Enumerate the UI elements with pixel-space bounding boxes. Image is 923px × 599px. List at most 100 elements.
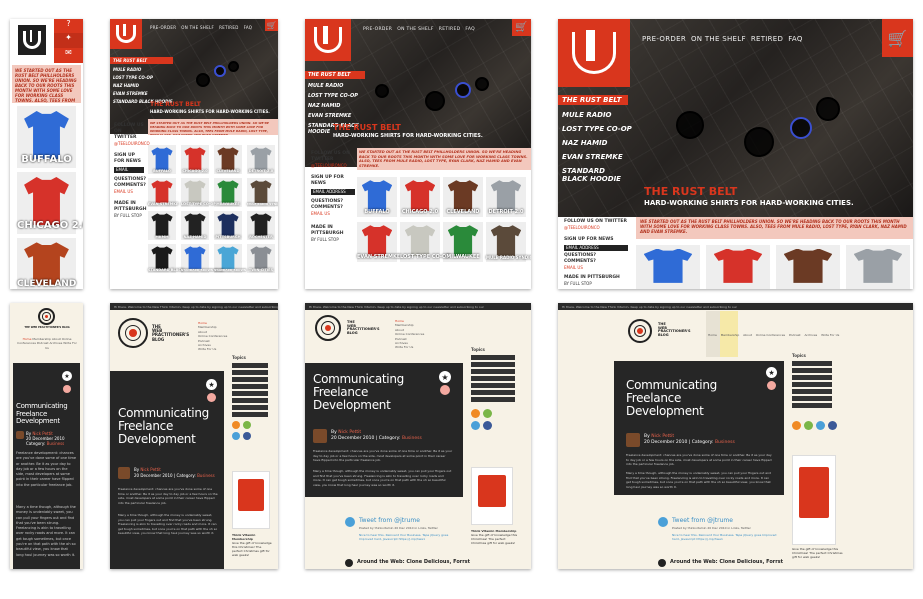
shirt-card[interactable]: NAZ HAMID bbox=[181, 211, 209, 240]
shirt-card[interactable] bbox=[846, 245, 910, 289]
tweet-title[interactable]: Tweet from @jtrume bbox=[359, 517, 420, 524]
rustbelt-logo[interactable] bbox=[110, 19, 142, 49]
post-title[interactable]: Communicating Freelance Development bbox=[626, 379, 762, 418]
topic-link[interactable] bbox=[792, 368, 832, 373]
category-link[interactable]: Business bbox=[47, 441, 65, 446]
email-field[interactable]: EMAIL ADDRESS bbox=[564, 245, 628, 251]
topic-link[interactable] bbox=[232, 370, 268, 375]
nav-on-the-shelf[interactable]: ON THE SHELF bbox=[397, 27, 434, 32]
nav-archives[interactable]: Archives bbox=[50, 341, 63, 345]
cart-icon[interactable]: 🛒 bbox=[265, 19, 278, 31]
nav-home[interactable]: Home bbox=[23, 337, 32, 341]
star-icon[interactable]: ★ bbox=[766, 367, 777, 378]
menu-item[interactable]: THE RUST BELT bbox=[305, 71, 365, 79]
menu-item[interactable]: MULE RADIO bbox=[305, 83, 365, 89]
shirt-card[interactable]: DETROIT 2.0 bbox=[247, 145, 275, 174]
comment-icon[interactable] bbox=[63, 385, 71, 393]
menu-item[interactable]: EVAN STREMKE bbox=[558, 153, 632, 161]
shirt-card[interactable]: MILWAUKEE bbox=[443, 222, 483, 262]
menu-item[interactable]: NAZ HAMID bbox=[558, 139, 632, 147]
rustbelt-logo[interactable] bbox=[305, 19, 351, 61]
twitter-handle[interactable]: @TEELOUIRONCO bbox=[114, 141, 150, 146]
rss-icon[interactable] bbox=[792, 421, 801, 430]
nav-preorder[interactable]: PRE-ORDER bbox=[150, 25, 176, 30]
shirt-card[interactable]: MKMM bbox=[148, 211, 176, 240]
comment-icon[interactable] bbox=[207, 393, 216, 402]
nav-retired[interactable]: RETIRED bbox=[439, 27, 461, 32]
menu-item[interactable]: EVAN STREMKE bbox=[305, 113, 365, 119]
topic-link[interactable] bbox=[232, 391, 268, 396]
menu-item[interactable]: MULE RADIO bbox=[110, 67, 173, 72]
blog-seal-logo[interactable] bbox=[315, 315, 341, 341]
nav-on-the-shelf[interactable]: ON THE SHELF bbox=[691, 35, 746, 43]
blog-seal-logo[interactable] bbox=[118, 318, 148, 348]
nav-faq[interactable]: FAQ bbox=[465, 27, 475, 32]
nav-retired[interactable]: RETIRED bbox=[219, 25, 238, 30]
tweet-title[interactable]: Tweet from @jtrume bbox=[672, 517, 733, 524]
newsletter-icon[interactable] bbox=[483, 409, 492, 418]
shirt-card[interactable]: DETROIT 2.0 bbox=[486, 177, 526, 217]
nav-write[interactable]: Write For Us bbox=[395, 345, 445, 349]
facebook-icon[interactable] bbox=[483, 421, 492, 430]
shirt-card[interactable]: CHICAGO 2.0 bbox=[181, 145, 209, 174]
twitter-icon[interactable] bbox=[232, 432, 240, 440]
comment-icon[interactable] bbox=[767, 381, 776, 390]
shirt-card[interactable]: ROCHESTER bbox=[247, 211, 275, 240]
shirt-card[interactable]: EVAN STREMKE bbox=[148, 178, 178, 207]
newsletter-icon[interactable] bbox=[804, 421, 813, 430]
topic-link[interactable] bbox=[792, 403, 832, 408]
nav-about[interactable]: About bbox=[52, 337, 61, 341]
shirt-card[interactable]: LOST TYPE CO-OP bbox=[181, 178, 216, 207]
shirt-card[interactable]: MILWAUKEE bbox=[214, 178, 242, 207]
nav-about[interactable]: About bbox=[743, 333, 752, 337]
post-title[interactable]: Communicating Freelance Development bbox=[118, 407, 222, 446]
menu-item[interactable]: MULE RADIO bbox=[558, 111, 632, 119]
shirt-card[interactable]: BUFFALO bbox=[357, 177, 397, 217]
nav-podcast[interactable]: Podcast bbox=[37, 341, 49, 345]
shirt-card[interactable]: CHICAGO 2.0 bbox=[17, 172, 83, 234]
shirt-card[interactable] bbox=[776, 245, 840, 289]
menu-item[interactable]: LOST TYPE CO-OP bbox=[110, 75, 173, 80]
membership-ad[interactable] bbox=[792, 455, 836, 545]
shirt-card[interactable]: MULE RADIO SYNDICATE bbox=[486, 222, 531, 262]
nav-online[interactable]: Online Conferences bbox=[756, 333, 785, 337]
rustbelt-logo-mark[interactable] bbox=[18, 25, 46, 55]
shirt-card[interactable]: LOST TYPE CO-OP bbox=[400, 222, 450, 262]
topic-link[interactable] bbox=[471, 390, 515, 395]
menu-item[interactable]: THE RUST BELT bbox=[558, 95, 628, 105]
newsletter-icon[interactable] bbox=[243, 421, 251, 429]
menu-item[interactable]: LOST TYPE CO-OP bbox=[305, 93, 365, 99]
nav-on-the-shelf[interactable]: ON THE SHELF bbox=[181, 25, 214, 30]
topic-link[interactable] bbox=[471, 362, 515, 367]
cart-icon[interactable]: 🛒 bbox=[512, 19, 531, 36]
shirt-card[interactable]: BUFFALO bbox=[17, 106, 76, 168]
menu-item[interactable]: THE RUST BELT bbox=[110, 57, 173, 64]
menu-item[interactable]: LOST TYPE CO-OP bbox=[558, 125, 632, 133]
category-link[interactable]: Business bbox=[402, 436, 422, 441]
nav-podcast[interactable]: Podcast bbox=[789, 333, 801, 337]
nav-membership[interactable]: Membership bbox=[721, 333, 740, 337]
topic-link[interactable] bbox=[792, 396, 832, 401]
star-icon[interactable]: ★ bbox=[206, 379, 217, 390]
topic-link[interactable] bbox=[471, 383, 515, 388]
facebook-icon[interactable] bbox=[828, 421, 837, 430]
nav-preorder[interactable]: PRE-ORDER bbox=[642, 35, 686, 43]
shirt-card[interactable] bbox=[706, 245, 770, 289]
shirt-card[interactable]: STANDARD BROWN BLUE bbox=[181, 244, 223, 273]
post-title[interactable]: Communicating Freelance Development bbox=[313, 373, 437, 412]
author-link[interactable]: Nick Pettit bbox=[140, 467, 160, 472]
shirt-card[interactable]: STANDARD BROWN bbox=[214, 244, 246, 273]
nav-preorder[interactable]: PRE-ORDER bbox=[363, 27, 392, 32]
shirt-card[interactable]: CHICAGO 2.0 bbox=[400, 177, 440, 217]
shirt-card[interactable]: CLEVELAND bbox=[214, 145, 242, 174]
shirt-card[interactable]: BUFFALO bbox=[148, 145, 176, 174]
nav-membership[interactable]: Membership bbox=[32, 337, 51, 341]
nav-archives[interactable]: Archives bbox=[804, 333, 817, 337]
blog-seal-logo[interactable] bbox=[628, 319, 652, 343]
email-field[interactable]: EMAIL ADDRESS bbox=[311, 189, 355, 195]
twitter-icon[interactable] bbox=[471, 421, 480, 430]
blog-seal-logo[interactable] bbox=[38, 308, 55, 325]
nav-retired[interactable]: RETIRED bbox=[751, 35, 783, 43]
twitter-handle[interactable]: @TEELOUIRONCO bbox=[311, 163, 347, 168]
email-us-link[interactable]: EMAIL US bbox=[564, 265, 583, 270]
